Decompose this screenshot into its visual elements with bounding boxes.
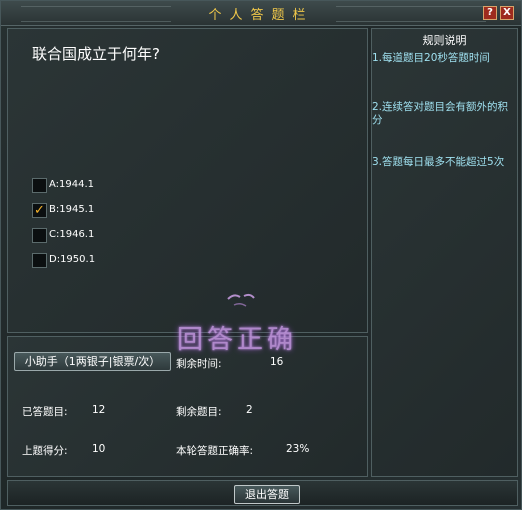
question-panel: 联合国成立于何年? A:1944.1 ✓ B:1945.1 C:1946.1 D…	[7, 28, 368, 333]
last-score-label: 上题得分:	[22, 445, 68, 457]
option-a-label: A:1944.1	[49, 179, 95, 190]
remaining-label: 剩余题目:	[176, 406, 222, 418]
question-text: 联合国成立于何年?	[32, 45, 160, 63]
answered-value: 12	[92, 404, 106, 416]
accuracy-value: 23%	[286, 443, 310, 455]
footer-bar: 退出答题	[7, 480, 518, 506]
option-a-checkbox[interactable]	[32, 178, 47, 193]
quiz-window: 个人答题栏 ? X 联合国成立于何年? A:1944.1 ✓ B:1945.1 …	[0, 0, 522, 510]
option-c-checkbox[interactable]	[32, 228, 47, 243]
rules-panel: 规则说明 1.每道题目20秒答题时间 2.连续答对题目会有额外的积分 3.答题每…	[371, 28, 518, 477]
rules-title: 规则说明	[422, 34, 467, 47]
helper-button[interactable]: 小助手（1两银子|银票/次）	[14, 352, 171, 371]
time-left-value: 16	[270, 356, 284, 368]
time-left-label: 剩余时间:	[176, 358, 222, 370]
accuracy-label: 本轮答题正确率:	[176, 445, 254, 457]
info-panel: 小助手（1两银子|银票/次） 剩余时间: 16 已答题目: 12 剩余题目: 2…	[7, 336, 368, 477]
answered-label: 已答题目:	[22, 406, 68, 418]
title-bar[interactable]: 个人答题栏 ? X	[1, 1, 521, 26]
close-button[interactable]: X	[500, 6, 514, 20]
rule-item-1: 1.每道题目20秒答题时间	[372, 52, 490, 64]
exit-quiz-button[interactable]: 退出答题	[234, 485, 300, 504]
sparkle-effect	[227, 293, 255, 307]
option-c-label: C:1946.1	[49, 229, 95, 240]
rule-item-2: 2.连续答对题目会有额外的积分	[372, 101, 509, 126]
option-b-label: B:1945.1	[49, 204, 95, 215]
option-b-checkbox[interactable]: ✓	[32, 203, 47, 218]
option-d-label: D:1950.1	[49, 254, 96, 265]
remaining-value: 2	[246, 404, 253, 416]
correct-answer-feedback: 回答正确	[177, 325, 298, 355]
window-title: 个人答题栏	[208, 8, 314, 23]
rule-item-3: 3.答题每日最多不能超过5次	[372, 156, 505, 168]
help-button[interactable]: ?	[483, 6, 497, 20]
last-score-value: 10	[92, 443, 106, 455]
option-d-checkbox[interactable]	[32, 253, 47, 268]
